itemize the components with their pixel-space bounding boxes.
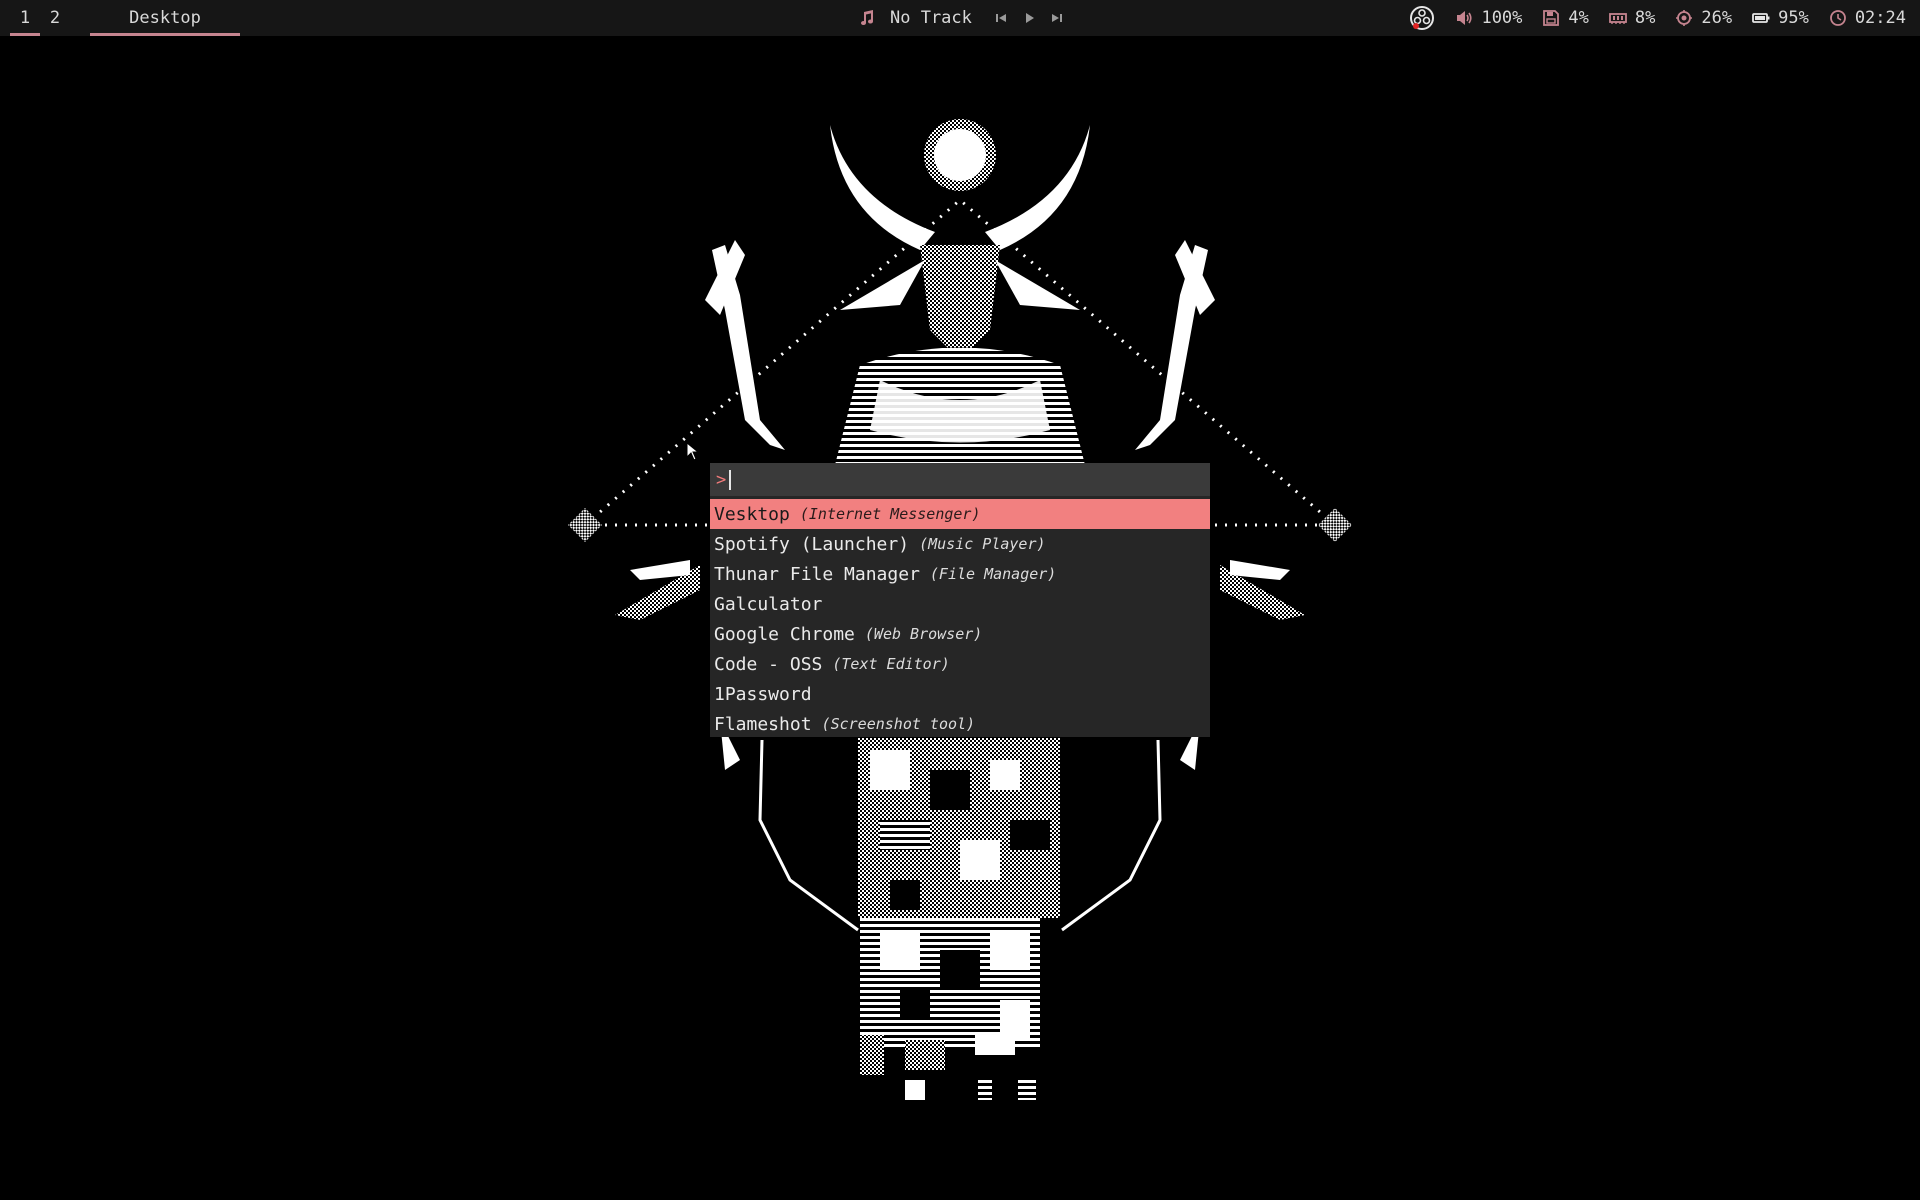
- battery-status: 95%: [1752, 8, 1809, 28]
- play-icon[interactable]: [1022, 11, 1036, 25]
- previous-icon[interactable]: [994, 11, 1008, 25]
- entry-name: Vesktop: [714, 503, 790, 525]
- disk-value: 4%: [1568, 8, 1589, 28]
- window-title-tab[interactable]: Desktop: [90, 0, 240, 36]
- media-player: No Track: [858, 0, 1064, 36]
- launcher-entry-1password[interactable]: 1Password: [710, 679, 1210, 709]
- clock-icon: [1829, 10, 1846, 26]
- memory-status: 8%: [1608, 8, 1656, 28]
- battery-icon: [1752, 13, 1770, 23]
- workspace-1-label: 1: [19, 8, 31, 28]
- entry-name: Google Chrome: [714, 623, 855, 645]
- next-icon[interactable]: [1050, 11, 1064, 25]
- entry-name: Spotify (Launcher): [714, 533, 910, 555]
- workspace-2-label: 2: [49, 8, 61, 28]
- entry-name: Galculator: [714, 593, 823, 615]
- entry-name: Thunar File Manager: [714, 563, 920, 585]
- clock-value: 02:24: [1854, 8, 1906, 28]
- disk-status: 4%: [1542, 8, 1589, 28]
- launcher-entry-code-oss[interactable]: Code - OSS (Text Editor): [710, 649, 1210, 679]
- entry-name: 1Password: [714, 683, 812, 705]
- battery-value: 95%: [1778, 8, 1809, 28]
- entry-description: (Web Browser): [864, 625, 983, 643]
- launcher-entry-spotify[interactable]: Spotify (Launcher) (Music Player): [710, 529, 1210, 559]
- track-title: No Track: [890, 8, 972, 28]
- launcher-search-input[interactable]: >: [710, 463, 1210, 496]
- music-note-icon: [861, 10, 874, 26]
- volume-value: 100%: [1481, 8, 1523, 28]
- entry-description: (Screenshot tool): [821, 715, 976, 733]
- entry-name: Code - OSS: [714, 653, 823, 675]
- launcher-entry-flameshot[interactable]: Flameshot (Screenshot tool): [710, 709, 1210, 739]
- mouse-cursor-icon: [686, 442, 700, 461]
- cpu-status: 26%: [1675, 8, 1732, 28]
- launcher-results: Vesktop (Internet Messenger) Spotify (La…: [710, 499, 1210, 739]
- cpu-value: 26%: [1701, 8, 1733, 28]
- clock-status[interactable]: 02:24: [1829, 8, 1906, 28]
- launcher-entry-galculator[interactable]: Galculator: [710, 589, 1210, 619]
- obs-icon[interactable]: [1409, 5, 1435, 31]
- memory-icon: [1608, 13, 1627, 24]
- workspace-2-button[interactable]: 2: [40, 0, 70, 36]
- memory-value: 8%: [1634, 8, 1656, 28]
- workspace-1-button[interactable]: 1: [10, 0, 40, 36]
- volume-status[interactable]: 100%: [1455, 8, 1522, 28]
- prompt-symbol: >: [716, 469, 727, 490]
- window-title: Desktop: [129, 8, 201, 28]
- disk-icon: [1543, 10, 1560, 26]
- launcher-entry-thunar[interactable]: Thunar File Manager (File Manager): [710, 559, 1210, 589]
- cpu-icon: [1676, 10, 1693, 26]
- speaker-icon: [1457, 11, 1473, 25]
- entry-description: (Text Editor): [832, 655, 950, 673]
- entry-description: (Internet Messenger): [799, 505, 981, 523]
- app-launcher: > Vesktop (Internet Messenger) Spotify (…: [710, 463, 1210, 737]
- top-bar: 1 2 Desktop No Track 100% 4% 8% 26% 95% …: [0, 0, 1920, 36]
- entry-description: (File Manager): [929, 565, 1057, 583]
- entry-name: Flameshot: [714, 713, 812, 735]
- entry-description: (Music Player): [919, 535, 1046, 553]
- status-area: 100% 4% 8% 26% 95% 02:24: [1409, 0, 1906, 36]
- launcher-entry-vesktop[interactable]: Vesktop (Internet Messenger): [710, 499, 1210, 529]
- text-caret: [729, 469, 732, 490]
- launcher-entry-google-chrome[interactable]: Google Chrome (Web Browser): [710, 619, 1210, 649]
